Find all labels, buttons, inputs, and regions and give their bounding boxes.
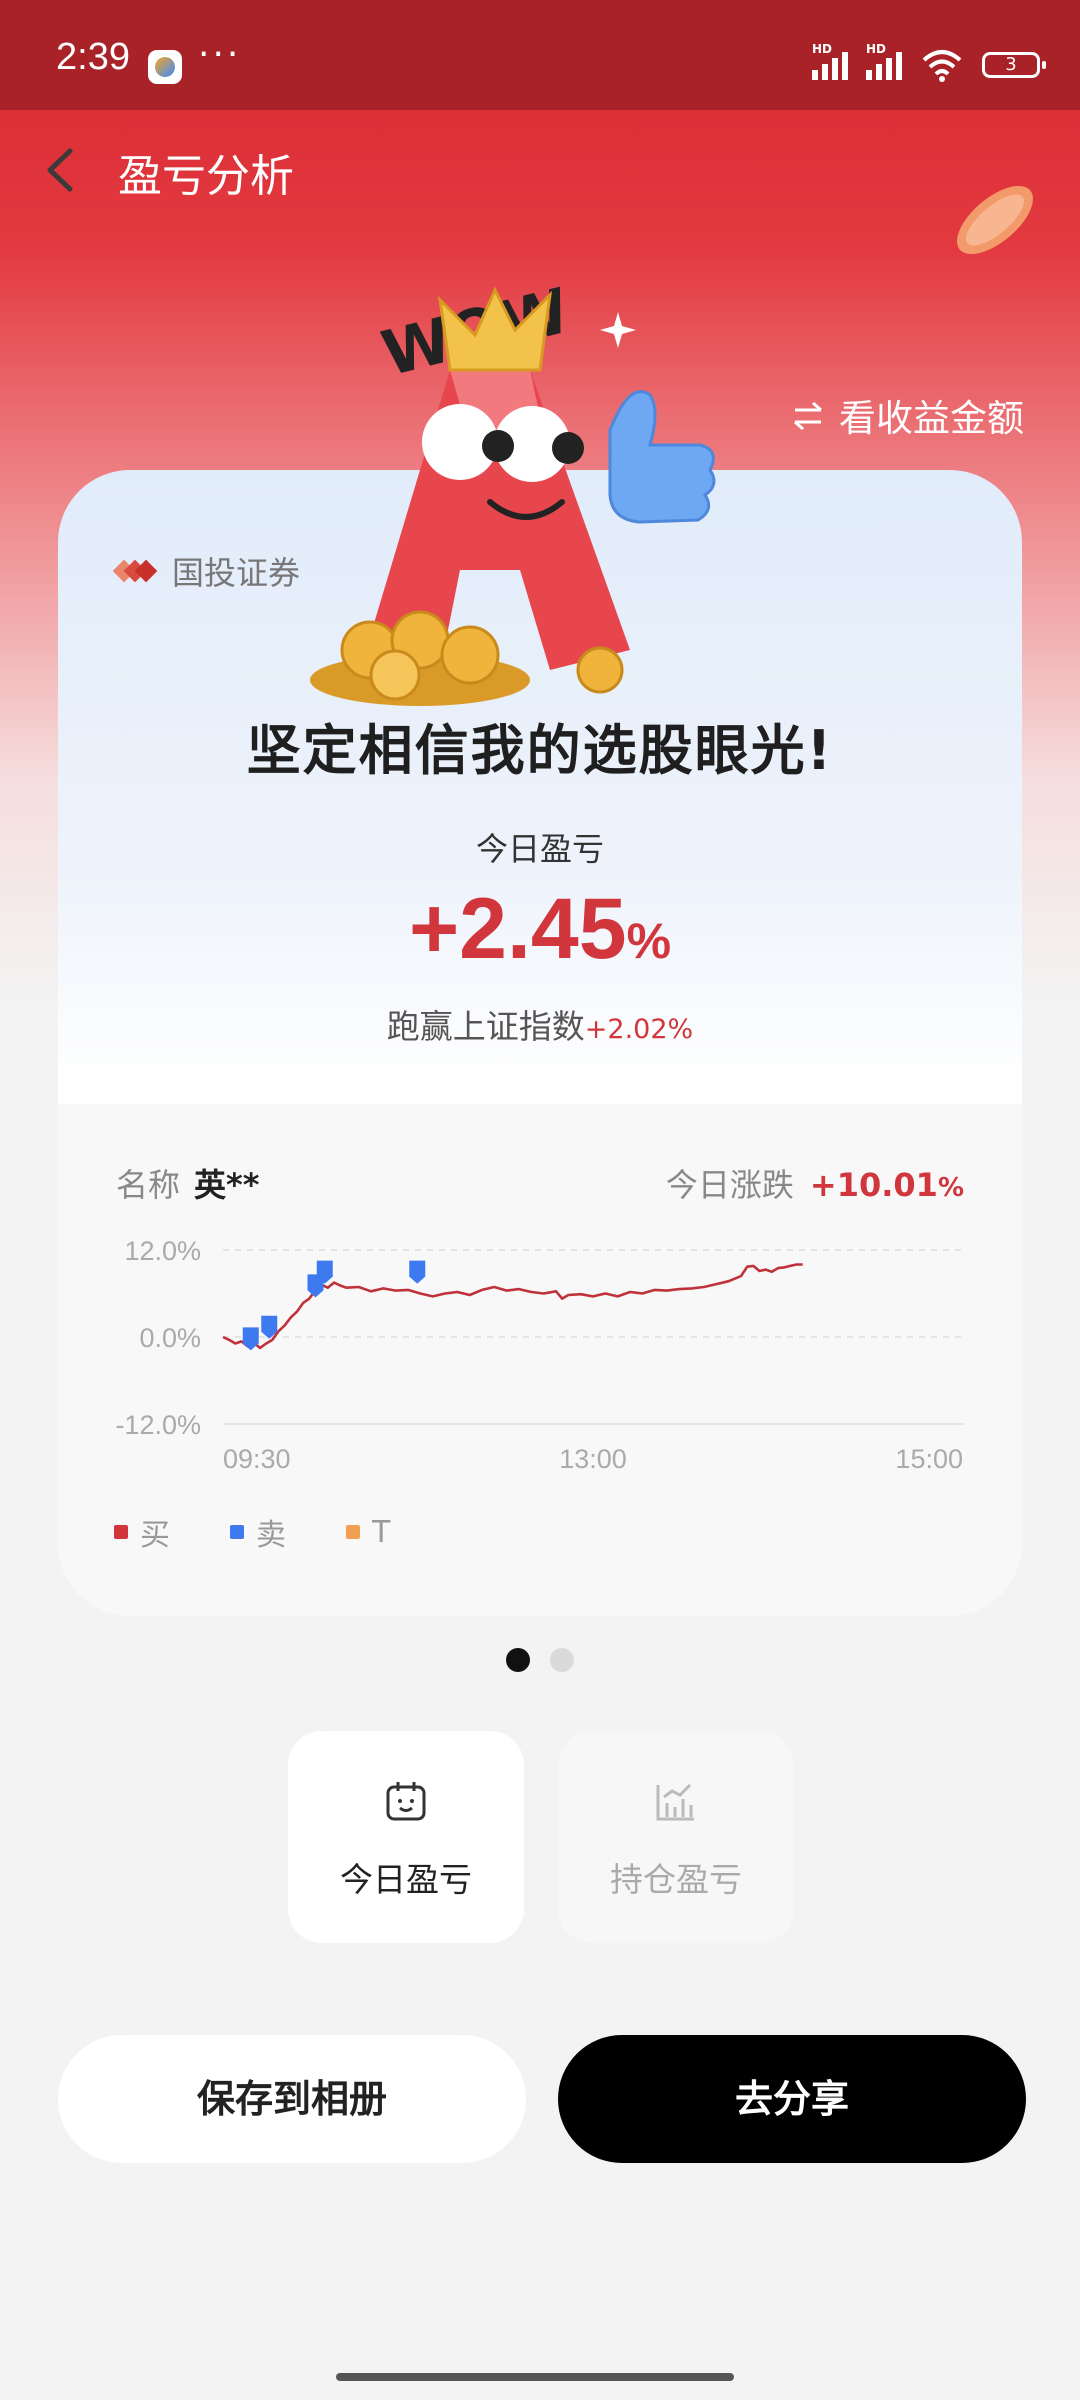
today-change-number: +10.01 <box>809 1166 938 1204</box>
today-pnl-unit: % <box>626 913 672 969</box>
legend-item: 卖 <box>230 1510 286 1554</box>
legend-swatch <box>230 1525 244 1539</box>
y-tick-label: -12.0% <box>115 1410 201 1440</box>
broker-logo-icon <box>112 559 158 583</box>
today-pnl-number: +2.45 <box>408 881 627 977</box>
swap-arrows-icon <box>794 401 822 430</box>
stock-name-label: 名称 <box>116 1166 181 1204</box>
back-arrow-icon[interactable] <box>40 145 80 195</box>
toggle-amount-button[interactable]: 看收益金额 <box>791 388 1024 442</box>
chart-legend: 买卖T <box>114 1510 390 1554</box>
x-tick-label: 15:00 <box>895 1444 963 1474</box>
more-notifications-icon: ··· <box>198 34 242 75</box>
wifi-icon <box>922 50 962 82</box>
slogan-heading: 坚定相信我的选股眼光! <box>246 719 834 782</box>
x-tick-label: 13:00 <box>559 1444 627 1474</box>
pager-dot-2[interactable] <box>550 1648 574 1672</box>
y-tick-label: 0.0% <box>139 1323 201 1353</box>
x-tick-label: 09:30 <box>223 1444 291 1474</box>
today-change-unit: % <box>937 1173 964 1203</box>
signal-hd-icon: HD <box>812 42 848 80</box>
broker-name: 国投证券 <box>172 554 301 592</box>
beat-index-row: 跑赢上证指数+2.02% <box>58 1000 1022 1048</box>
tab-holding-pnl[interactable]: 持仓盈亏 <box>558 1731 794 1943</box>
legend-swatch <box>114 1525 128 1539</box>
pager-dot-1[interactable] <box>506 1648 530 1672</box>
legend-label: 卖 <box>256 1518 286 1553</box>
stock-name-value: 英** <box>194 1166 260 1204</box>
broker-brand: 国投证券 <box>112 548 301 594</box>
sparkle-icon <box>600 312 636 348</box>
beat-index-value: +2.02% <box>584 1014 694 1045</box>
bar-chart-icon <box>656 1783 694 1821</box>
coin-3 <box>440 625 500 685</box>
save-to-album-button[interactable]: 保存到相册 <box>58 2035 526 2163</box>
trade-marker-sell[interactable] <box>409 1260 426 1284</box>
calendar-face-icon <box>386 1782 426 1821</box>
toggle-amount-label: 看收益金额 <box>839 397 1024 440</box>
pager-dots <box>0 1648 1080 1672</box>
today-change-row: 今日涨跌 +10.01% <box>666 1160 964 1206</box>
page-title: 盈亏分析 <box>118 151 294 202</box>
thumbs-up-icon <box>608 390 716 524</box>
mascot-pupil-left <box>482 430 514 462</box>
tab-holding-label: 持仓盈亏 <box>610 1860 742 1899</box>
mascot-pupil-right <box>552 432 584 464</box>
share-button[interactable]: 去分享 <box>558 2035 1026 2163</box>
legend-swatch <box>346 1525 360 1539</box>
beat-index-label: 跑赢上证指数 <box>386 1007 585 1046</box>
trade-marker-sell[interactable] <box>242 1327 259 1351</box>
coin-5 <box>576 646 624 694</box>
app-notification-icon <box>148 50 182 84</box>
status-time: 2:39 <box>56 36 130 78</box>
tab-today-pnl[interactable]: 今日盈亏 <box>288 1731 524 1943</box>
legend-item: 买 <box>114 1510 170 1554</box>
mascot-illustration: WOW <box>310 274 716 706</box>
legend-item: T <box>346 1510 390 1554</box>
intraday-chart: 12.0% 0.0% -12.0% 09:30 13:00 15:00 <box>115 1236 963 1474</box>
battery-icon: 3 <box>982 52 1046 78</box>
today-change-value: +10.01% <box>810 1166 964 1204</box>
home-indicator[interactable] <box>336 2373 734 2381</box>
legend-label: T <box>372 1514 391 1550</box>
stock-name-row: 名称 英** <box>116 1160 260 1206</box>
today-pnl-value: +2.45% <box>58 880 1022 979</box>
signal-hd-2-icon: HD <box>866 42 902 80</box>
today-pnl-label: 今日盈亏 <box>475 830 604 868</box>
tab-today-label: 今日盈亏 <box>340 1860 472 1899</box>
flying-coin-decoration <box>957 185 1033 255</box>
today-change-label: 今日涨跌 <box>665 1166 794 1204</box>
y-tick-label: 12.0% <box>124 1236 201 1266</box>
coin-4 <box>369 649 421 701</box>
legend-label: 买 <box>140 1518 170 1553</box>
status-bar: 2:39 ··· HD HD 3 <box>0 0 1080 110</box>
